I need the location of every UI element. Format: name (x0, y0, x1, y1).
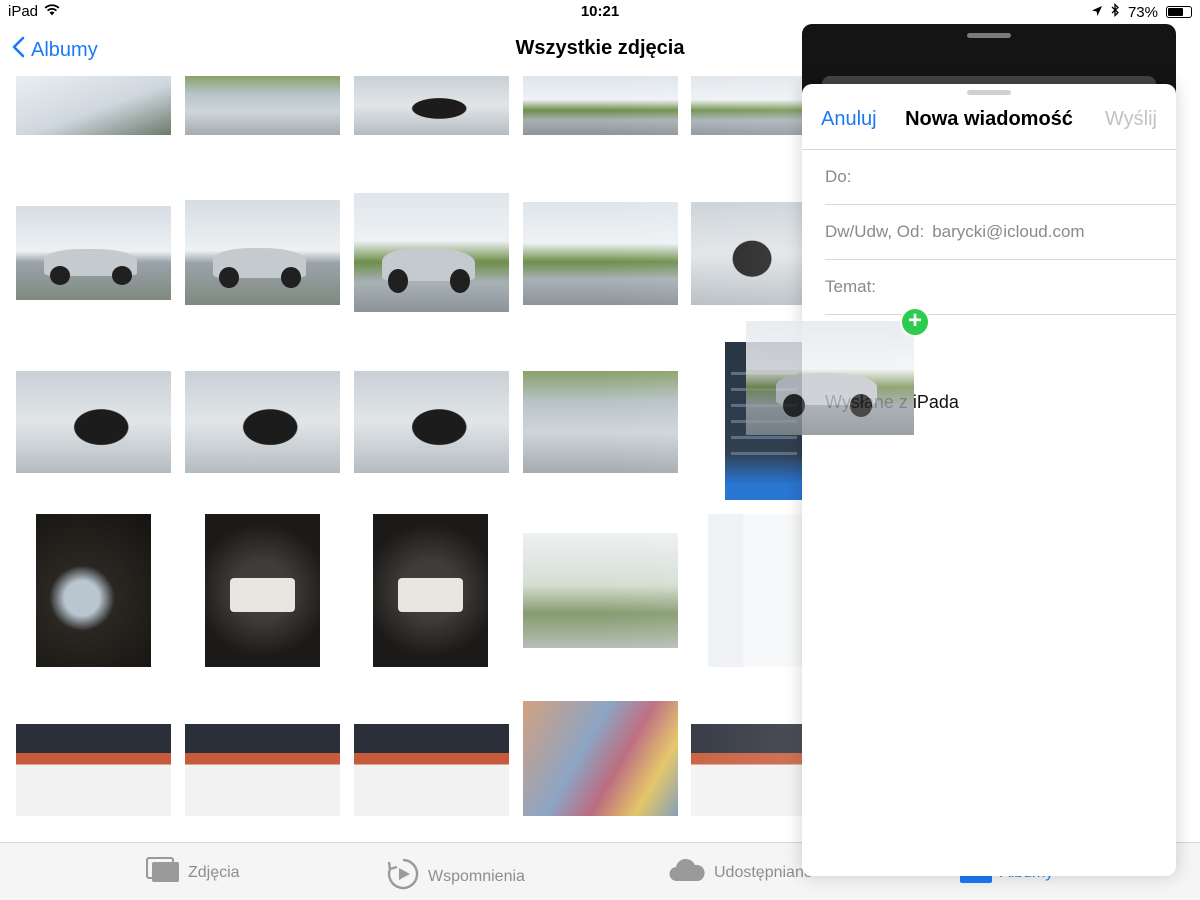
photo-thumbnail[interactable] (185, 371, 340, 473)
cloud-icon (668, 857, 706, 888)
photo-thumbnail[interactable] (354, 701, 509, 816)
tab-shared[interactable]: Udostępniane (668, 857, 813, 888)
photo-thumbnail[interactable] (523, 371, 678, 473)
car-wheel (782, 393, 805, 417)
compose-header: Anuluj Nowa wiadomość Wyślij (802, 84, 1176, 150)
car-wheel (50, 266, 71, 285)
car-wheel (281, 267, 302, 289)
photo-thumbnail[interactable] (523, 76, 678, 135)
subject-label: Temat: (825, 277, 877, 296)
memories-icon (386, 857, 420, 896)
photo-thumbnail[interactable] (523, 202, 678, 305)
to-field[interactable]: Do: (825, 150, 1176, 205)
photo-thumbnail[interactable] (523, 533, 678, 648)
list-line (731, 452, 797, 455)
photo-thumbnail[interactable] (205, 514, 320, 667)
cc-bcc-from-label: Dw/Udw, Od: (825, 222, 925, 241)
photo-thumbnail[interactable] (36, 514, 151, 667)
photo-thumbnail[interactable] (16, 701, 171, 816)
battery-percent: 73% (1127, 3, 1158, 21)
car-wheel (388, 269, 409, 293)
location-icon (1091, 4, 1103, 21)
subject-input[interactable] (882, 260, 1176, 314)
mail-compose-sheet: Anuluj Nowa wiadomość Wyślij Do: Dw/Udw,… (802, 84, 1176, 876)
photo-thumbnail[interactable] (708, 514, 802, 667)
battery-fill (1168, 8, 1184, 16)
car-wheel (450, 269, 471, 293)
tab-memories-label: Wspomnienia (428, 867, 525, 885)
dragged-photo[interactable] (746, 321, 914, 435)
tab-shared-label: Udostępniane (714, 863, 813, 881)
status-time: 10:21 (580, 3, 620, 20)
bluetooth-icon (1111, 2, 1120, 21)
car-wheel (112, 266, 133, 285)
photo-thumbnail[interactable] (16, 76, 171, 135)
status-bar: iPad 10:21 73% (0, 0, 1200, 24)
from-address[interactable]: barycki@icloud.com (932, 222, 1084, 242)
photo-thumbnail[interactable] (373, 514, 488, 667)
send-button[interactable]: Wyślij (1105, 108, 1157, 131)
grabber-handle[interactable] (967, 33, 1011, 38)
add-badge-icon: + (900, 307, 930, 337)
dialog-shape (230, 578, 295, 612)
car-wheel (219, 267, 240, 289)
car-wheel (850, 393, 872, 417)
photo-thumbnail[interactable] (354, 76, 509, 135)
to-label: Do: (825, 167, 852, 186)
cc-bcc-from-field[interactable]: Dw/Udw, Od: barycki@icloud.com (825, 205, 1176, 260)
photo-thumbnail[interactable] (354, 371, 509, 473)
photo-thumbnail[interactable] (691, 76, 802, 135)
photo-thumbnail[interactable] (691, 701, 802, 816)
photo-thumbnail[interactable] (523, 701, 678, 816)
photo-thumbnail[interactable] (354, 193, 509, 312)
tab-memories[interactable]: Wspomnienia (386, 857, 525, 896)
photo-thumbnail[interactable] (185, 701, 340, 816)
list-line (731, 436, 797, 439)
photo-thumbnail[interactable] (691, 202, 802, 305)
dialog-shape (398, 578, 463, 612)
photo-thumbnail[interactable] (185, 200, 340, 305)
tab-photos-label: Zdjęcia (188, 863, 240, 881)
subject-field[interactable]: Temat: (825, 260, 1176, 315)
photo-thumbnail[interactable] (16, 371, 171, 473)
to-input[interactable] (857, 150, 1176, 204)
tab-photos[interactable]: Zdjęcia (146, 857, 240, 888)
photos-icon (146, 857, 180, 888)
battery-icon (1166, 6, 1192, 18)
photo-thumbnail[interactable] (185, 76, 340, 135)
photo-thumbnail[interactable] (16, 206, 171, 300)
